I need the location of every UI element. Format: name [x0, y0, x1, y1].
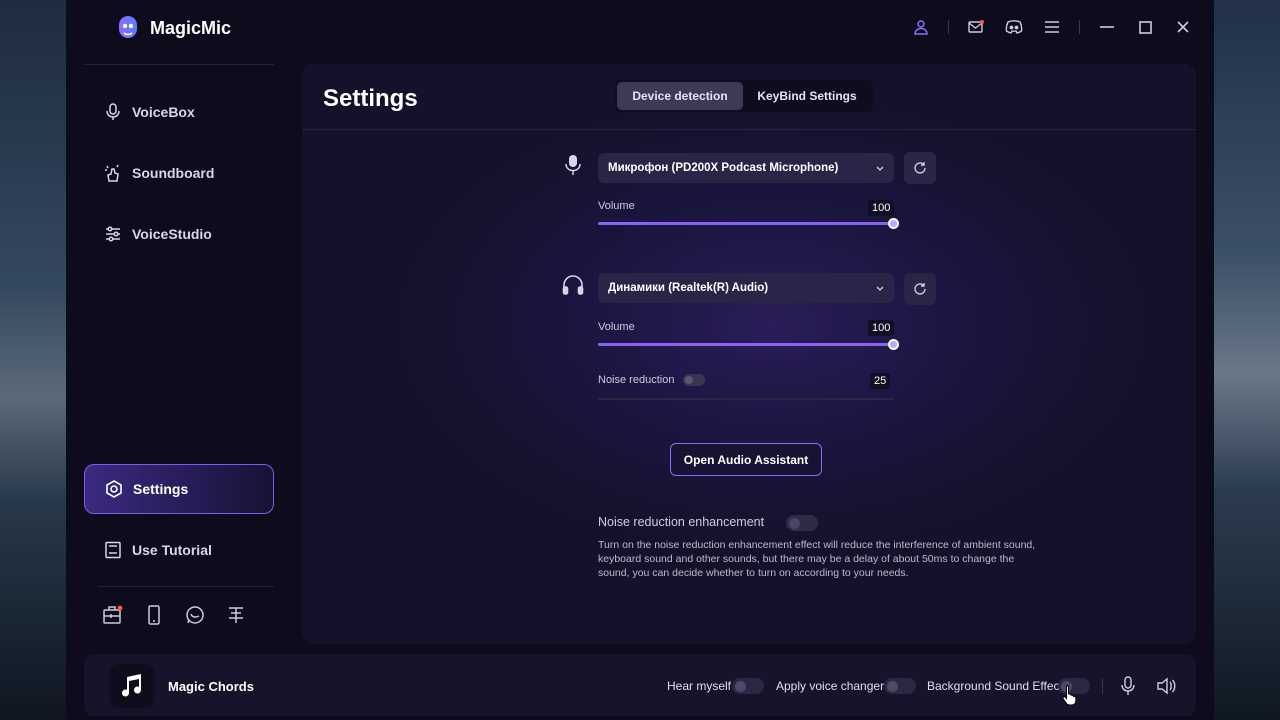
speaker-volume-icon[interactable] [1156, 677, 1176, 695]
sidebar-item-soundboard[interactable]: Soundboard [84, 148, 274, 198]
chevron-down-icon [876, 286, 884, 291]
noise-enhancement-toggle[interactable] [786, 515, 818, 531]
desktop-background-right [1214, 0, 1280, 720]
logo-icon [119, 16, 137, 38]
tab-device-detection[interactable]: Device detection [617, 82, 743, 110]
desktop-background-left [0, 0, 66, 720]
title-bar-controls [910, 16, 1194, 38]
music-note-icon [122, 674, 141, 697]
microphone-icon[interactable] [1120, 676, 1136, 696]
mail-icon[interactable] [965, 16, 987, 38]
close-icon[interactable] [1172, 16, 1194, 38]
noise-reduction-value: 25 [870, 373, 891, 389]
chat-icon[interactable] [184, 604, 206, 626]
track-name: Magic Chords [168, 679, 254, 694]
sidebar-bottom-icons [102, 604, 247, 626]
refresh-icon [914, 283, 926, 295]
divider [948, 20, 949, 34]
noise-reduction-label: Noise reduction [598, 374, 675, 386]
bottom-bar: Magic Chords Hear myself Apply voice cha… [84, 654, 1196, 716]
sparkle-hand-icon [105, 164, 119, 182]
microphone-refresh-button[interactable] [904, 152, 936, 184]
speaker-device: Динамики (Realtek(R) Audio) [608, 282, 769, 294]
sidebar-divider [84, 64, 274, 65]
phone-icon[interactable] [143, 604, 165, 626]
noise-enhancement-label: Noise reduction enhancement [598, 515, 765, 529]
sidebar-item-label: Settings [133, 481, 189, 497]
microphone-icon [106, 103, 120, 120]
sidebar-item-voicestudio[interactable]: VoiceStudio [84, 209, 274, 259]
apply-voice-changer-toggle[interactable] [884, 678, 916, 694]
slider-handle[interactable] [888, 339, 899, 350]
book-icon [105, 541, 121, 559]
minimize-icon[interactable] [1096, 16, 1118, 38]
divider [1079, 20, 1080, 34]
divider [1102, 678, 1103, 694]
microphone-volume-value: 100 [868, 200, 895, 216]
microphone-volume-label: Volume [598, 200, 635, 212]
apply-voice-changer-label: Apply voice changer [776, 679, 885, 693]
app-name: MagicMic [150, 17, 232, 38]
sliders-icon [106, 226, 120, 242]
slider-handle[interactable] [888, 218, 899, 229]
open-audio-assistant-button[interactable]: Open Audio Assistant [670, 443, 822, 476]
noise-reduction-slider [598, 398, 894, 400]
hear-myself-toggle[interactable] [732, 678, 764, 694]
sidebar-divider [98, 586, 274, 587]
microphone-icon [565, 155, 581, 175]
speaker-volume-label: Volume [598, 321, 635, 333]
sidebar-item-label: Soundboard [132, 165, 215, 181]
music-tile[interactable] [110, 664, 154, 708]
microphone-volume-slider[interactable] [598, 222, 894, 225]
sidebar-item-label: Use Tutorial [132, 542, 212, 558]
menu-icon[interactable] [1041, 16, 1063, 38]
speaker-volume-slider[interactable] [598, 343, 894, 346]
sidebar-item-voicebox[interactable]: VoiceBox [84, 87, 274, 137]
tab-keybind-settings[interactable]: KeyBind Settings [743, 82, 871, 110]
microphone-select[interactable]: Микрофон (PD200X Podcast Microphone) [598, 153, 894, 183]
speaker-volume-value: 100 [868, 320, 895, 336]
speaker-select[interactable]: Динамики (Realtek(R) Audio) [598, 273, 894, 303]
sidebar-item-use-tutorial[interactable]: Use Tutorial [84, 525, 274, 575]
header-divider [302, 129, 1196, 130]
page-title: Settings [323, 85, 418, 112]
sidebar-item-label: VoiceStudio [132, 226, 212, 242]
background-sound-label: Background Sound Effect [927, 679, 1063, 693]
user-icon[interactable] [910, 16, 932, 38]
app-window: MagicMic VoiceBox Soundboard VoiceStudio… [66, 0, 1214, 720]
cursor-hand-icon [1062, 685, 1077, 706]
sidebar-item-settings[interactable]: Settings [84, 464, 274, 514]
chevron-down-icon [876, 166, 884, 171]
toolbox-icon[interactable] [102, 604, 124, 626]
brand: MagicMic [116, 14, 231, 42]
sidebar-item-label: VoiceBox [132, 104, 195, 120]
discord-icon[interactable] [1003, 16, 1025, 38]
headphones-icon [562, 275, 584, 295]
hear-myself-label: Hear myself [667, 679, 732, 693]
microphone-device: Микрофон (PD200X Podcast Microphone) [608, 162, 839, 174]
maximize-icon[interactable] [1134, 16, 1156, 38]
speaker-refresh-button[interactable] [904, 273, 936, 305]
refresh-icon [914, 162, 926, 174]
slider-fill [598, 343, 894, 346]
noise-enhancement-description: Turn on the noise reduction enhancement … [598, 539, 1036, 579]
settings-panel: Settings Device detection KeyBind Settin… [302, 64, 1196, 644]
tab-bar: Device detection KeyBind Settings [615, 80, 873, 112]
noise-reduction-toggle[interactable] [683, 374, 705, 386]
slider-fill [598, 222, 894, 225]
settings-icon [106, 480, 122, 498]
feedback-icon[interactable] [225, 604, 247, 626]
